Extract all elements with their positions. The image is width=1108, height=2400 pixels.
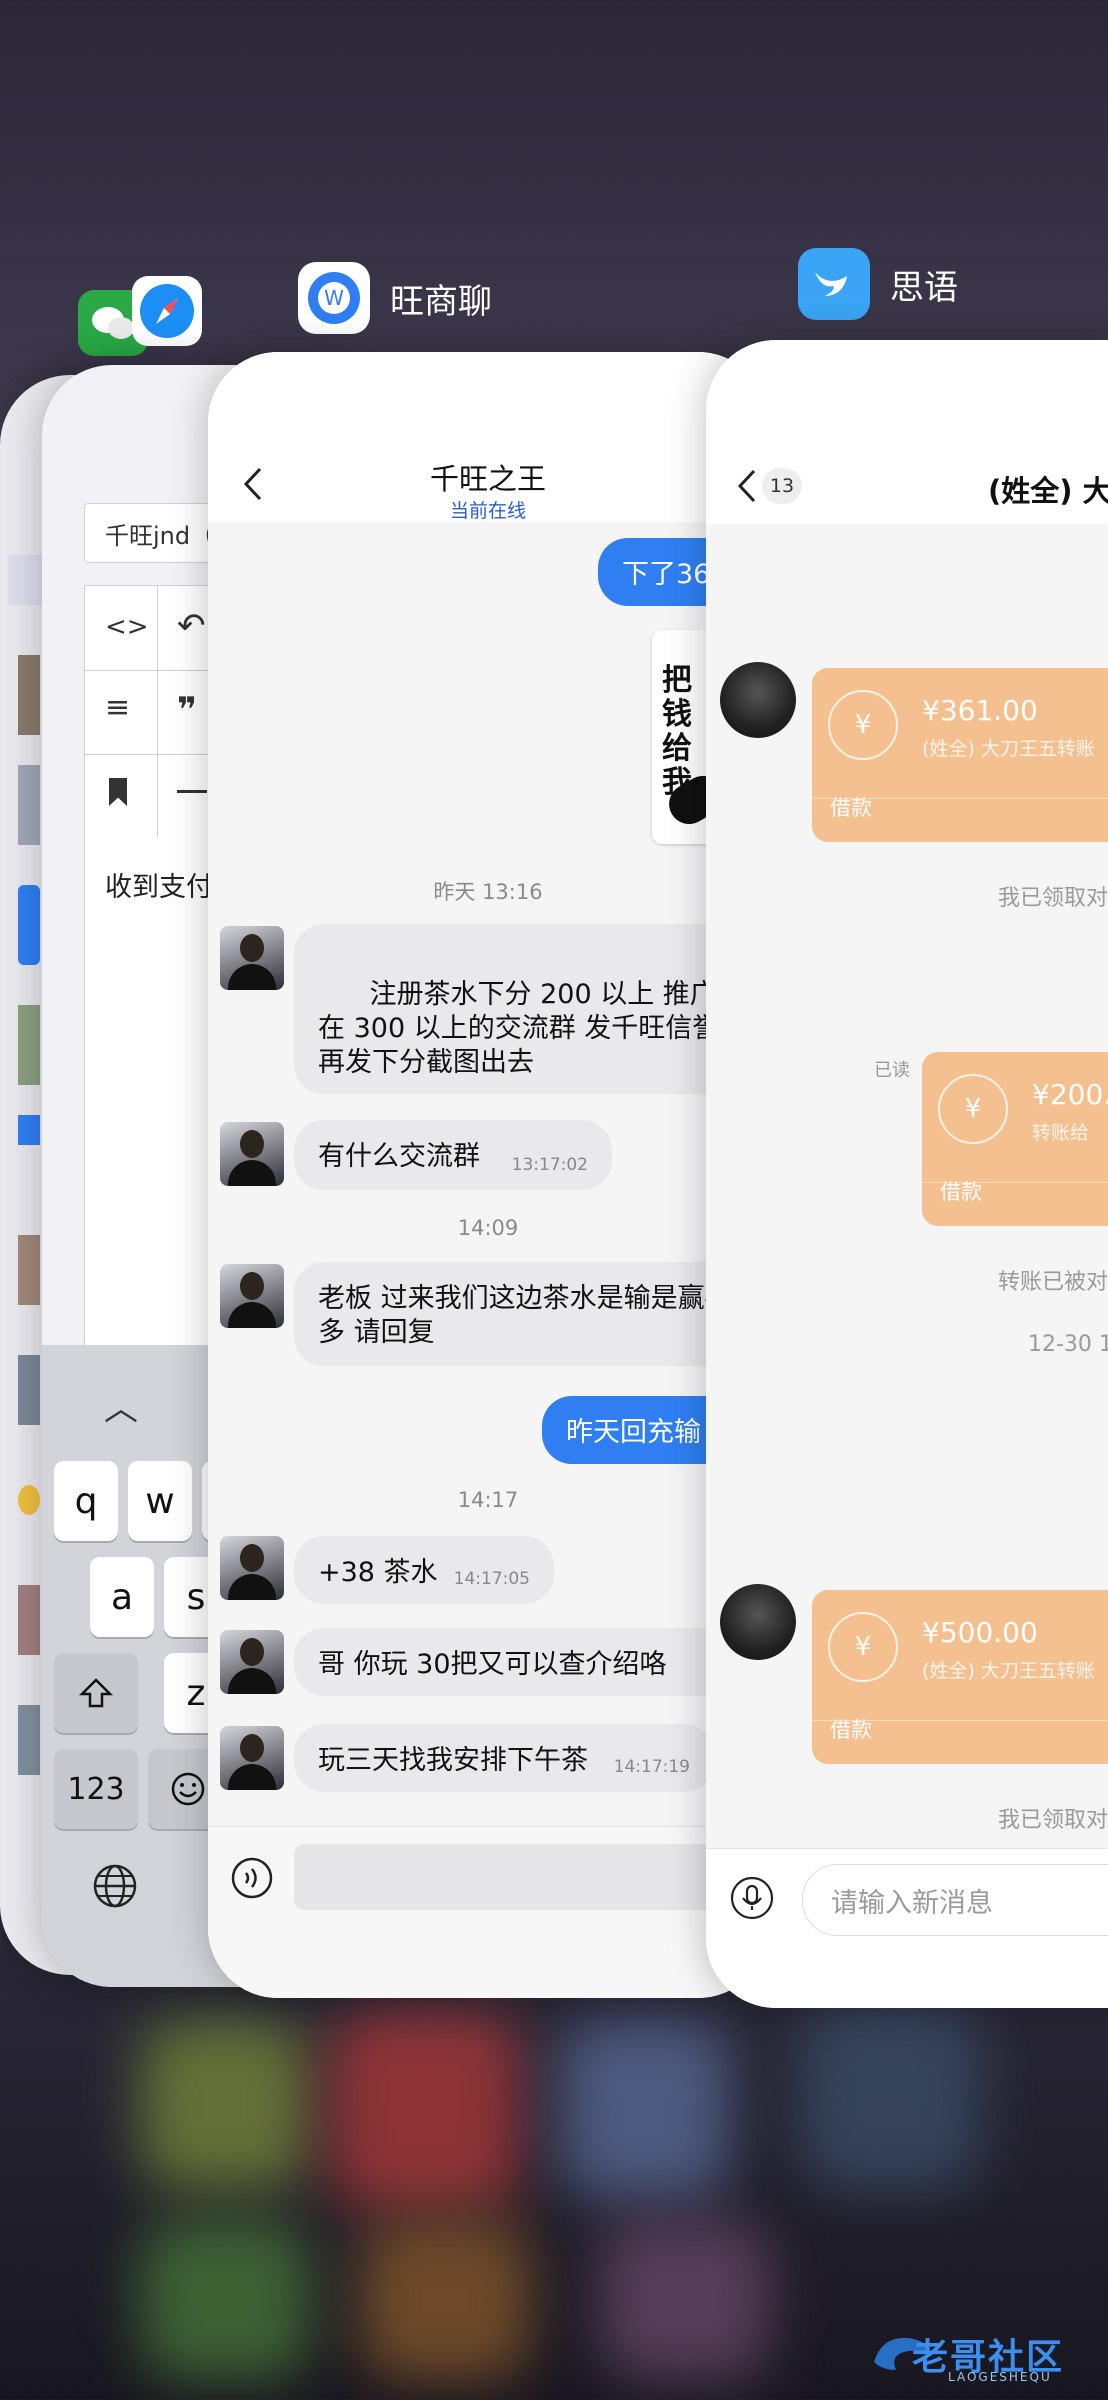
message-bubble-received[interactable]: 玩三天找我安排下午茶 14:17:19: [294, 1724, 714, 1792]
message-bubble-received[interactable]: 哥 你玩 30把又可以查介绍咯: [294, 1628, 768, 1696]
app-label-text: 思语: [890, 267, 958, 308]
watermark-logo: 老哥社区 LAOGESHEQU: [868, 2326, 1094, 2390]
message-input[interactable]: 请输入新消息: [802, 1864, 1108, 1936]
bookmark-icon[interactable]: [109, 778, 127, 806]
safari-app-icon[interactable]: [132, 276, 202, 346]
avatar[interactable]: [220, 1264, 284, 1328]
horizontal-rule-icon[interactable]: [177, 790, 207, 793]
app-label-wangshang[interactable]: W 旺商聊: [298, 262, 492, 334]
time-divider: 12-30 1: [1028, 1332, 1108, 1357]
chat-title: (姓全) 大刀: [988, 474, 1108, 508]
transfer-card[interactable]: ¥ ¥200. 转账给 借款: [922, 1052, 1108, 1226]
avatar[interactable]: [220, 1536, 284, 1600]
app-label-text: 旺商聊: [390, 281, 492, 322]
yuan-icon: ¥: [938, 1074, 1008, 1144]
globe-icon[interactable]: [92, 1863, 138, 1913]
system-note: 我已领取对: [998, 886, 1108, 911]
align-left-icon[interactable]: ≡: [105, 690, 130, 725]
shift-key[interactable]: [54, 1653, 138, 1733]
siyu-chat-card[interactable]: 13 (姓全) 大刀 ¥ ¥361.00 (姓全) 大刀王五转账 借款 我已领取…: [706, 340, 1108, 2008]
code-icon[interactable]: <>: [105, 612, 149, 642]
yuan-icon: ¥: [828, 1612, 898, 1682]
key-q[interactable]: q: [54, 1461, 118, 1541]
read-receipt: 已读: [874, 1060, 910, 1081]
avatar[interactable]: [220, 1726, 284, 1790]
numbers-key[interactable]: 123: [54, 1749, 138, 1829]
key-w[interactable]: w: [128, 1461, 192, 1541]
time-divider: 昨天 13:16: [433, 880, 543, 904]
back-icon[interactable]: [736, 468, 758, 508]
wechat-icon: [92, 307, 134, 339]
message-bubble-received[interactable]: 注册茶水下分 200 以上 推广奖励在 300 以上的交流群 发千旺信誉账 再发…: [294, 924, 768, 1094]
message-bubble-received[interactable]: 有什么交流群 13:17:02: [294, 1120, 612, 1190]
compass-icon: [140, 284, 194, 338]
address-text: 千旺jnd（: [105, 522, 215, 550]
message-input[interactable]: [294, 1844, 768, 1910]
avatar[interactable]: [220, 1630, 284, 1694]
bird-logo-icon: [815, 272, 847, 296]
transfer-card[interactable]: ¥ ¥361.00 (姓全) 大刀王五转账 借款: [812, 668, 1108, 842]
system-note: 转账已被对: [998, 1270, 1108, 1295]
avatar[interactable]: [720, 1584, 796, 1660]
time-divider: 14:09: [457, 1216, 519, 1240]
online-status: 当前在线: [449, 500, 526, 522]
yuan-icon: ¥: [828, 690, 898, 760]
time-divider: 14:17: [457, 1488, 519, 1512]
wangshang-logo-icon: W: [308, 272, 360, 324]
quote-icon[interactable]: ❞: [177, 690, 197, 730]
transfer-card[interactable]: ¥ ¥500.00 (姓全) 大刀王五转账 借款: [812, 1590, 1108, 1764]
keyboard-up-icon[interactable]: ︿: [104, 1381, 138, 1430]
undo-icon[interactable]: ↶: [177, 606, 206, 646]
key-a[interactable]: a: [90, 1557, 154, 1637]
avatar[interactable]: [220, 1122, 284, 1186]
avatar[interactable]: [720, 662, 796, 738]
wangshang-chat-card[interactable]: 千旺之王 当前在线 下了36 把钱给我 昨天 13:16 注册茶水下分 200 …: [208, 352, 768, 1998]
shift-icon: [79, 1678, 113, 1708]
editor-body-text: 收到支付: [105, 872, 213, 903]
message-bubble-received[interactable]: 老板 过来我们这边茶水是输是赢福利多多 请回复: [294, 1262, 768, 1366]
system-note: 我已领取对: [998, 1808, 1108, 1833]
message-bubble-received[interactable]: +38 茶水 14:17:05: [294, 1536, 554, 1604]
app-label-siyu[interactable]: 思语: [798, 248, 958, 320]
input-placeholder: 请输入新消息: [831, 1888, 993, 1919]
unread-badge[interactable]: 13: [762, 468, 802, 504]
avatar[interactable]: [220, 926, 284, 990]
svg-text:W: W: [324, 286, 344, 310]
voice-icon[interactable]: [230, 1856, 274, 1904]
microphone-icon[interactable]: [730, 1876, 774, 1924]
chat-title: 千旺之王: [429, 462, 546, 496]
emoji-icon: [171, 1772, 205, 1806]
